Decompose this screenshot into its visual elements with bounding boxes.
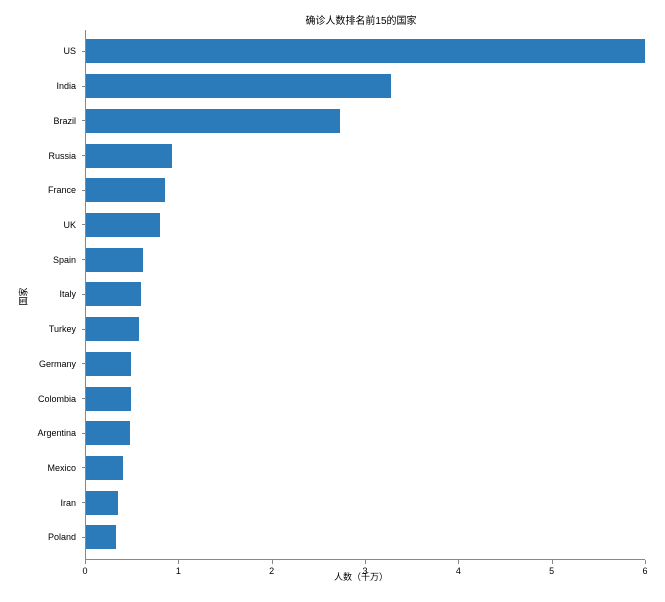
y-tick-label: US: [63, 46, 76, 56]
bar: [86, 456, 123, 480]
y-tick: [82, 86, 86, 87]
y-tick: [82, 502, 86, 503]
bar-row: Russia: [86, 142, 645, 170]
bar: [86, 282, 141, 306]
bar-row: Poland: [86, 523, 645, 551]
bar: [86, 144, 172, 168]
bar-row: Iran: [86, 489, 645, 517]
bar: [86, 421, 130, 445]
y-tick-label: Iran: [60, 498, 76, 508]
y-tick: [82, 155, 86, 156]
bar-row: France: [86, 176, 645, 204]
bar: [86, 109, 340, 133]
x-tick: [85, 560, 86, 564]
y-tick-label: Poland: [48, 532, 76, 542]
bar: [86, 39, 645, 63]
bar-row: Spain: [86, 246, 645, 274]
x-tick: [365, 560, 366, 564]
x-tick: [272, 560, 273, 564]
bar-row: Germany: [86, 350, 645, 378]
bars-group: US India Brazil Russia France UK Spain Italy Tur…: [86, 30, 645, 559]
y-tick: [82, 329, 86, 330]
y-tick: [82, 51, 86, 52]
bar: [86, 352, 131, 376]
bar: [86, 525, 116, 549]
y-tick: [82, 120, 86, 121]
y-tick: [82, 537, 86, 538]
y-tick: [82, 224, 86, 225]
y-tick-label: Turkey: [49, 324, 76, 334]
y-tick: [82, 190, 86, 191]
bar: [86, 74, 391, 98]
y-tick: [82, 363, 86, 364]
y-tick: [82, 467, 86, 468]
chart-container: 确诊人数排名前15的国家 US India Brazil Russia France UK…: [75, 12, 647, 587]
y-tick: [82, 259, 86, 260]
y-tick: [82, 398, 86, 399]
bar-row: UK: [86, 211, 645, 239]
x-tick: [552, 560, 553, 564]
bar-row: Turkey: [86, 315, 645, 343]
bar-row: Mexico: [86, 454, 645, 482]
bar-row: Italy: [86, 280, 645, 308]
y-tick: [82, 294, 86, 295]
x-tick: [645, 560, 646, 564]
bar: [86, 213, 160, 237]
plot-area: US India Brazil Russia France UK Spain Italy Tur…: [85, 30, 645, 560]
y-tick-label: Mexico: [47, 463, 76, 473]
y-tick-label: Russia: [48, 151, 76, 161]
bar-row: India: [86, 72, 645, 100]
bar: [86, 387, 131, 411]
y-tick-label: France: [48, 185, 76, 195]
y-tick-label: Colombia: [38, 394, 76, 404]
bar: [86, 178, 165, 202]
y-tick-label: India: [56, 81, 76, 91]
x-tick: [458, 560, 459, 564]
x-axis-label: 人数（千万）: [75, 570, 647, 583]
y-tick-label: Spain: [53, 255, 76, 265]
bar-row: Argentina: [86, 419, 645, 447]
x-tick: [178, 560, 179, 564]
y-tick: [82, 433, 86, 434]
bar-row: US: [86, 37, 645, 65]
y-tick-label: Italy: [59, 289, 76, 299]
y-tick-label: Brazil: [53, 116, 76, 126]
y-tick-label: Argentina: [37, 428, 76, 438]
bar: [86, 248, 143, 272]
y-tick-label: UK: [63, 220, 76, 230]
bar-row: Colombia: [86, 385, 645, 413]
bar-row: Brazil: [86, 107, 645, 135]
bar: [86, 317, 139, 341]
y-tick-label: Germany: [39, 359, 76, 369]
bar: [86, 491, 118, 515]
y-axis-label: 国家: [17, 287, 30, 305]
chart-title: 确诊人数排名前15的国家: [75, 12, 647, 27]
